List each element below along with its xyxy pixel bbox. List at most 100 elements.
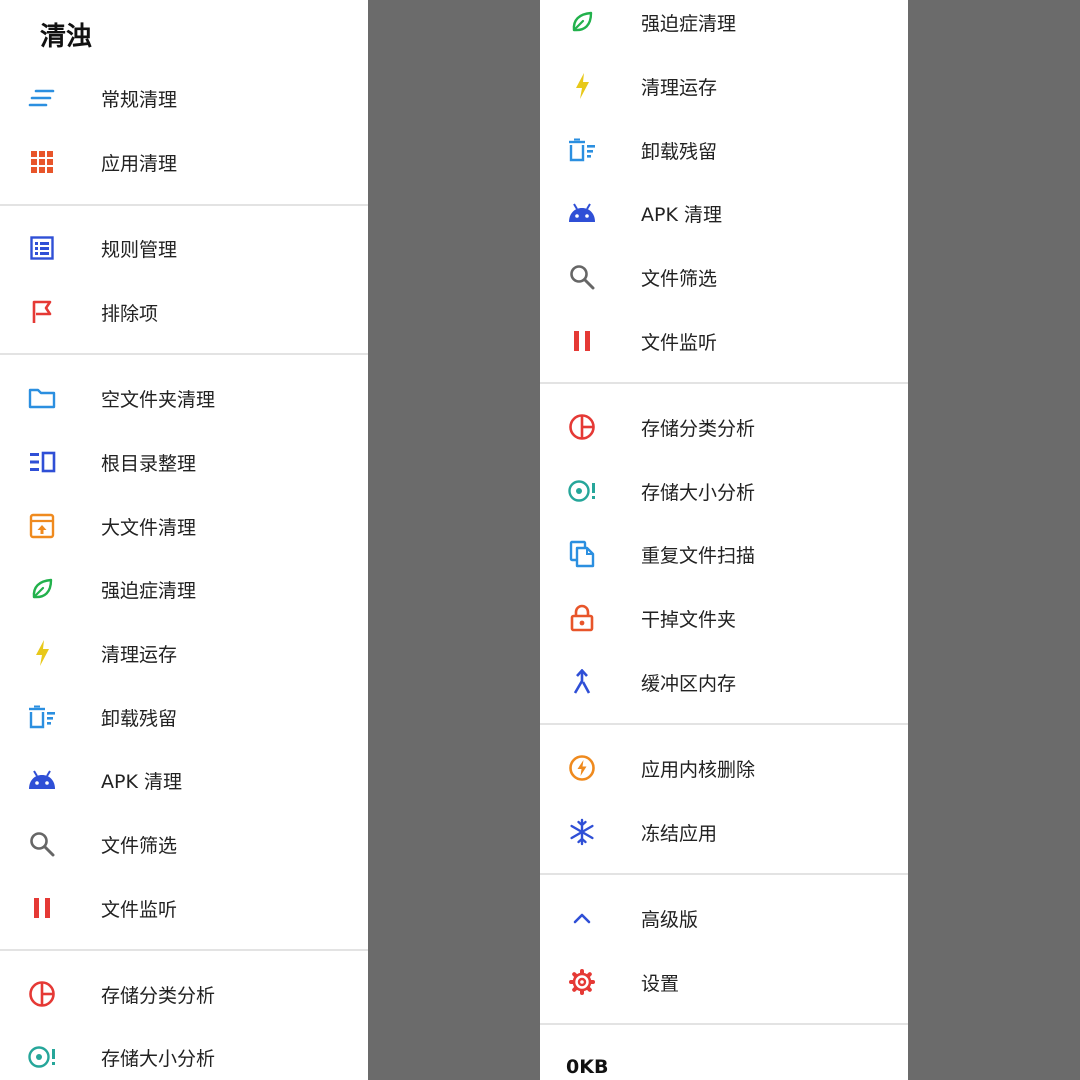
search-icon [566,261,598,293]
pie-chart-icon [26,978,58,1010]
menu-item-uninstall-residue[interactable]: 卸载残留 [0,685,368,749]
trash-icon [26,701,58,733]
archive-icon [26,510,58,542]
leaf-icon [566,6,598,38]
menu-label: 清理运存 [101,643,178,666]
menu-item-uninstall-residue[interactable]: 卸载残留 [540,118,908,182]
divider [540,382,908,384]
target-icon [566,475,598,507]
android-icon [566,197,598,229]
menu-label: 高级版 [641,908,699,931]
menu-label: 存储分类分析 [641,417,756,440]
right-drawer-panel: 强迫症清理 清理运存 卸载残留 APK 清理 文件筛选 文件监听 存储分类分析 … [540,0,908,1080]
chevron-up-icon [566,902,598,934]
menu-label: 强迫症清理 [101,579,197,602]
left-drawer-panel: 清浊 常规清理 应用清理 规则管理 排除项 空文件夹清理 根目录整理 大文件清理… [0,0,368,1080]
menu-item-storage-category-analysis[interactable]: 存储分类分析 [540,395,908,459]
list-icon [26,232,58,264]
menu-label: APK 清理 [101,770,182,793]
divider [540,723,908,725]
menu-label: 大文件清理 [101,516,197,539]
menu-label: APK 清理 [641,203,722,226]
folder-icon [26,382,58,414]
menu-label: 根目录整理 [101,452,197,475]
menu-label: 应用内核删除 [641,758,756,781]
menu-item-file-monitor[interactable]: 文件监听 [540,309,908,373]
menu-item-rule-management[interactable]: 规则管理 [0,216,368,280]
pause-icon [566,325,598,357]
menu-item-ocd-clean[interactable]: 强迫症清理 [540,0,908,54]
bolt-icon [26,637,58,669]
lines-icon [26,82,58,114]
storage-size-readout: 0KB [566,1056,609,1078]
menu-item-file-monitor[interactable]: 文件监听 [0,876,368,940]
menu-item-premium[interactable]: 高级版 [540,886,908,950]
menu-label: 存储大小分析 [101,1047,216,1070]
divider [0,353,368,355]
menu-item-file-filter[interactable]: 文件筛选 [0,812,368,876]
menu-item-exclusions[interactable]: 排除项 [0,280,368,344]
menu-label: 卸载残留 [641,140,718,163]
gear-icon [566,966,598,998]
menu-item-empty-folder-clean[interactable]: 空文件夹清理 [0,366,368,430]
menu-item-large-file-clean[interactable]: 大文件清理 [0,494,368,558]
menu-label: 规则管理 [101,238,178,261]
menu-item-storage-size-analysis[interactable]: 存储大小分析 [540,459,908,523]
menu-item-settings[interactable]: 设置 [540,950,908,1014]
menu-item-memory-clean[interactable]: 清理运存 [0,621,368,685]
divider [0,204,368,206]
menu-item-buffer-memory[interactable]: 缓冲区内存 [540,650,908,714]
leaf-icon [26,573,58,605]
menu-item-freeze-app[interactable]: 冻结应用 [540,800,908,864]
lock-icon [566,602,598,634]
app-title: 清浊 [40,22,93,52]
divider [540,1023,908,1025]
menu-label: 排除项 [101,302,159,325]
divider [0,949,368,951]
menu-item-kill-folder[interactable]: 干掉文件夹 [540,586,908,650]
menu-item-ocd-clean[interactable]: 强迫症清理 [0,557,368,621]
search-icon [26,828,58,860]
menu-item-memory-clean[interactable]: 清理运存 [540,54,908,118]
menu-label: 设置 [641,972,680,995]
menu-label: 重复文件扫描 [641,544,756,567]
menu-item-app-clean[interactable]: 应用清理 [0,130,368,194]
menu-item-storage-size-analysis[interactable]: 存储大小分析 [0,1025,368,1080]
snowflake-icon [566,816,598,848]
grid-icon [26,146,58,178]
menu-label: 应用清理 [101,152,178,175]
menu-item-duplicate-file-scan[interactable]: 重复文件扫描 [540,522,908,586]
merge-icon [566,666,598,698]
copy-icon [566,538,598,570]
menu-label: 清理运存 [641,76,718,99]
flag-icon [26,296,58,328]
menu-label: 文件监听 [101,898,178,921]
trash-icon [566,134,598,166]
menu-label: 存储分类分析 [101,984,216,1007]
bolt-icon [566,70,598,102]
menu-label: 卸载残留 [101,707,178,730]
menu-item-app-core-delete[interactable]: 应用内核删除 [540,736,908,800]
menu-label: 常规清理 [101,88,178,111]
menu-label: 存储大小分析 [641,481,756,504]
android-icon [26,764,58,796]
root-dir-icon [26,446,58,478]
pause-icon [26,892,58,924]
menu-label: 文件筛选 [101,834,178,857]
menu-label: 文件监听 [641,331,718,354]
divider [540,873,908,875]
menu-label: 干掉文件夹 [641,608,737,631]
menu-item-apk-clean[interactable]: APK 清理 [0,748,368,812]
power-icon [566,752,598,784]
menu-item-storage-category-analysis[interactable]: 存储分类分析 [0,962,368,1026]
menu-item-standard-clean[interactable]: 常规清理 [0,66,368,130]
target-icon [26,1041,58,1073]
menu-label: 冻结应用 [641,822,718,845]
menu-label: 缓冲区内存 [641,672,737,695]
menu-item-root-dir-organize[interactable]: 根目录整理 [0,430,368,494]
menu-label: 强迫症清理 [641,12,737,35]
menu-label: 空文件夹清理 [101,388,216,411]
pie-chart-icon [566,411,598,443]
menu-item-apk-clean[interactable]: APK 清理 [540,181,908,245]
menu-item-file-filter[interactable]: 文件筛选 [540,245,908,309]
